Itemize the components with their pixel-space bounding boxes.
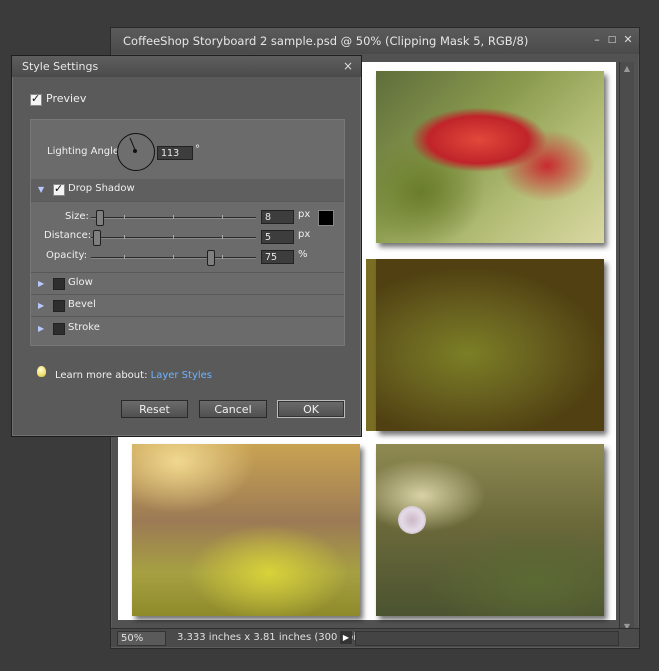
distance-label: Distance:: [44, 230, 92, 241]
stroke-checkbox[interactable]: [53, 323, 65, 335]
close-icon[interactable]: ×: [343, 56, 353, 77]
bevel-checkbox[interactable]: [53, 300, 65, 312]
lighting-angle-label: Lighting Angle:: [47, 146, 123, 157]
slider-tick: [124, 235, 125, 239]
opacity-unit: %: [298, 249, 308, 260]
expand-down-icon[interactable]: ▼: [38, 185, 44, 194]
scroll-up-icon[interactable]: ▲: [620, 62, 634, 76]
distance-slider[interactable]: [91, 230, 256, 246]
opacity-label: Opacity:: [46, 250, 88, 261]
section-bevel[interactable]: ▶ Bevel: [31, 295, 344, 317]
photo-clipping-edge: [366, 259, 376, 431]
section-drop-shadow[interactable]: ▼ Drop Shadow: [31, 179, 344, 202]
lighting-angle-dial[interactable]: [117, 133, 155, 171]
document-title: CoffeeShop Storyboard 2 sample.psd @ 50%…: [123, 34, 529, 48]
degree-symbol: °: [195, 144, 200, 155]
status-bar: 50% 3.333 inches x 3.81 inches (300 ppi)…: [111, 628, 639, 647]
photo-lupine-field[interactable]: [132, 444, 360, 616]
shadow-color-swatch[interactable]: [318, 210, 334, 226]
preview-label: Previev: [46, 92, 87, 105]
slider-tick: [222, 215, 223, 219]
close-icon[interactable]: ✕: [622, 34, 634, 46]
section-glow[interactable]: ▶ Glow: [31, 272, 344, 295]
slider-tick: [173, 235, 174, 239]
expand-right-icon[interactable]: ▶: [38, 279, 44, 288]
bevel-label: Bevel: [68, 299, 96, 310]
section-stroke[interactable]: ▶ Stroke: [31, 318, 344, 339]
slider-tick: [124, 255, 125, 259]
distance-unit: px: [298, 229, 311, 240]
opacity-slider[interactable]: [91, 250, 256, 266]
lightbulb-icon: [37, 366, 46, 377]
stroke-label: Stroke: [68, 322, 100, 333]
style-panel: Lighting Angle: 113 ° ▼ Drop Shadow Size…: [30, 119, 345, 346]
photo-green-blur[interactable]: [376, 259, 604, 431]
learn-more-text: Learn more about: Layer Styles: [55, 370, 212, 381]
maximize-icon[interactable]: □: [606, 34, 618, 46]
layer-styles-link[interactable]: Layer Styles: [151, 370, 212, 381]
expand-right-icon[interactable]: ▶: [38, 324, 44, 333]
flower-icon: [398, 506, 426, 534]
size-slider[interactable]: [91, 210, 256, 226]
learn-more-label: Learn more about:: [55, 370, 148, 381]
opacity-input[interactable]: 75: [261, 250, 294, 264]
size-label: Size:: [65, 211, 89, 222]
angle-center-dot: [133, 149, 137, 153]
preview-checkbox[interactable]: [30, 92, 42, 106]
slider-tick: [222, 235, 223, 239]
size-slider-thumb[interactable]: [96, 210, 104, 226]
slider-tick: [222, 255, 223, 259]
size-unit: px: [298, 209, 311, 220]
glow-label: Glow: [68, 277, 93, 288]
glow-checkbox[interactable]: [53, 278, 65, 290]
slider-tick: [173, 255, 174, 259]
drop-shadow-checkbox[interactable]: [53, 182, 65, 196]
distance-slider-thumb[interactable]: [93, 230, 101, 246]
dialog-title-bar[interactable]: Style Settings ×: [12, 56, 361, 77]
reset-button[interactable]: Reset: [121, 400, 188, 418]
drop-shadow-label: Drop Shadow: [68, 183, 135, 194]
distance-input[interactable]: 5: [261, 230, 294, 244]
cancel-button[interactable]: Cancel: [199, 400, 267, 418]
minimize-icon[interactable]: –: [591, 34, 603, 46]
dialog-title: Style Settings: [22, 60, 99, 73]
photo-red-lily[interactable]: [376, 71, 604, 243]
document-title-bar[interactable]: CoffeeShop Storyboard 2 sample.psd @ 50%…: [111, 28, 639, 54]
status-menu-arrow-icon[interactable]: ▶: [340, 631, 352, 644]
zoom-field[interactable]: 50%: [117, 631, 166, 646]
expand-right-icon[interactable]: ▶: [38, 301, 44, 310]
slider-tick: [173, 215, 174, 219]
horizontal-scrollbar[interactable]: [355, 631, 619, 646]
document-size-info: 3.333 inches x 3.81 inches (300 ppi): [177, 632, 360, 643]
size-input[interactable]: 8: [261, 210, 294, 224]
ok-button[interactable]: OK: [277, 400, 345, 418]
vertical-scrollbar[interactable]: ▲ ▼: [619, 62, 634, 634]
style-settings-dialog: Style Settings × Previev Lighting Angle:…: [11, 55, 362, 437]
opacity-slider-thumb[interactable]: [207, 250, 215, 266]
lighting-angle-input[interactable]: 113: [157, 146, 193, 160]
slider-tick: [124, 215, 125, 219]
